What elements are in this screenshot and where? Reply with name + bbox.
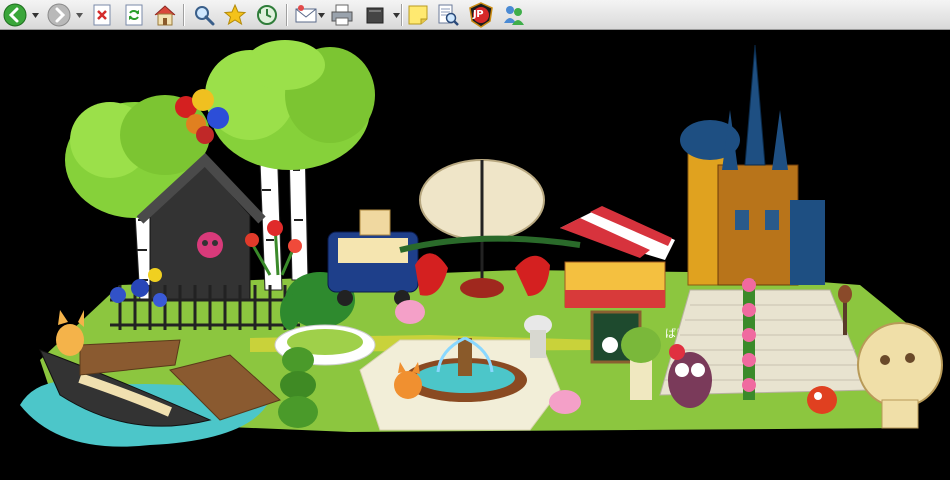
print-button[interactable] xyxy=(329,2,355,28)
messenger-icon xyxy=(504,6,524,25)
edit-dropdown-button[interactable] xyxy=(392,8,401,22)
jp-badge-text: JP xyxy=(473,9,484,20)
back-dropdown-button[interactable] xyxy=(31,8,40,22)
forward-arrow-icon xyxy=(47,3,71,27)
cafe-umbrella xyxy=(415,159,550,298)
toolbar-separator xyxy=(183,4,185,26)
forward-dropdown-button[interactable] xyxy=(75,8,84,22)
stop-button[interactable] xyxy=(89,2,115,28)
topiary-column xyxy=(278,347,318,428)
chevron-down-icon xyxy=(76,12,83,18)
browser-toolbar: JP xyxy=(0,0,950,30)
discuss-button[interactable] xyxy=(405,2,431,28)
research-icon xyxy=(438,4,459,26)
market-stall xyxy=(560,206,675,308)
messenger-button[interactable] xyxy=(501,2,527,28)
chevron-down-icon xyxy=(393,12,400,18)
refresh-button[interactable] xyxy=(121,2,147,28)
mail-dropdown-button[interactable] xyxy=(317,8,326,22)
history-button[interactable] xyxy=(254,2,280,28)
favorites-button[interactable] xyxy=(222,2,248,28)
mail-button[interactable] xyxy=(293,2,319,28)
back-button[interactable] xyxy=(2,2,28,28)
research-button[interactable] xyxy=(435,2,461,28)
back-arrow-icon xyxy=(3,3,27,27)
toolbar-separator xyxy=(286,4,288,26)
garden-scene-art: ばけいん xyxy=(20,40,943,447)
garden-scene: ばけいん xyxy=(0,30,950,480)
refresh-icon xyxy=(125,4,143,26)
forward-button[interactable] xyxy=(46,2,72,28)
star-icon xyxy=(223,3,247,26)
chevron-down-icon xyxy=(32,12,39,18)
search-button[interactable] xyxy=(191,2,217,28)
bread-van xyxy=(327,209,419,306)
castle xyxy=(680,44,825,286)
home-button[interactable] xyxy=(152,2,178,28)
flower-column xyxy=(742,278,756,400)
edit-button[interactable] xyxy=(362,2,388,28)
note-icon xyxy=(408,5,428,25)
stop-icon xyxy=(93,4,111,26)
chevron-down-icon xyxy=(318,12,325,18)
red-creature xyxy=(807,386,837,414)
edit-icon xyxy=(366,7,384,24)
toolbar-separator xyxy=(401,4,403,26)
jp-addon-button[interactable]: JP xyxy=(468,2,494,28)
fox-character xyxy=(56,310,84,356)
mail-icon xyxy=(295,5,317,23)
home-icon xyxy=(154,5,176,26)
printer-icon xyxy=(331,4,353,26)
history-icon xyxy=(257,5,277,25)
hedge-arch xyxy=(399,235,581,253)
magnifier-icon xyxy=(195,6,215,26)
